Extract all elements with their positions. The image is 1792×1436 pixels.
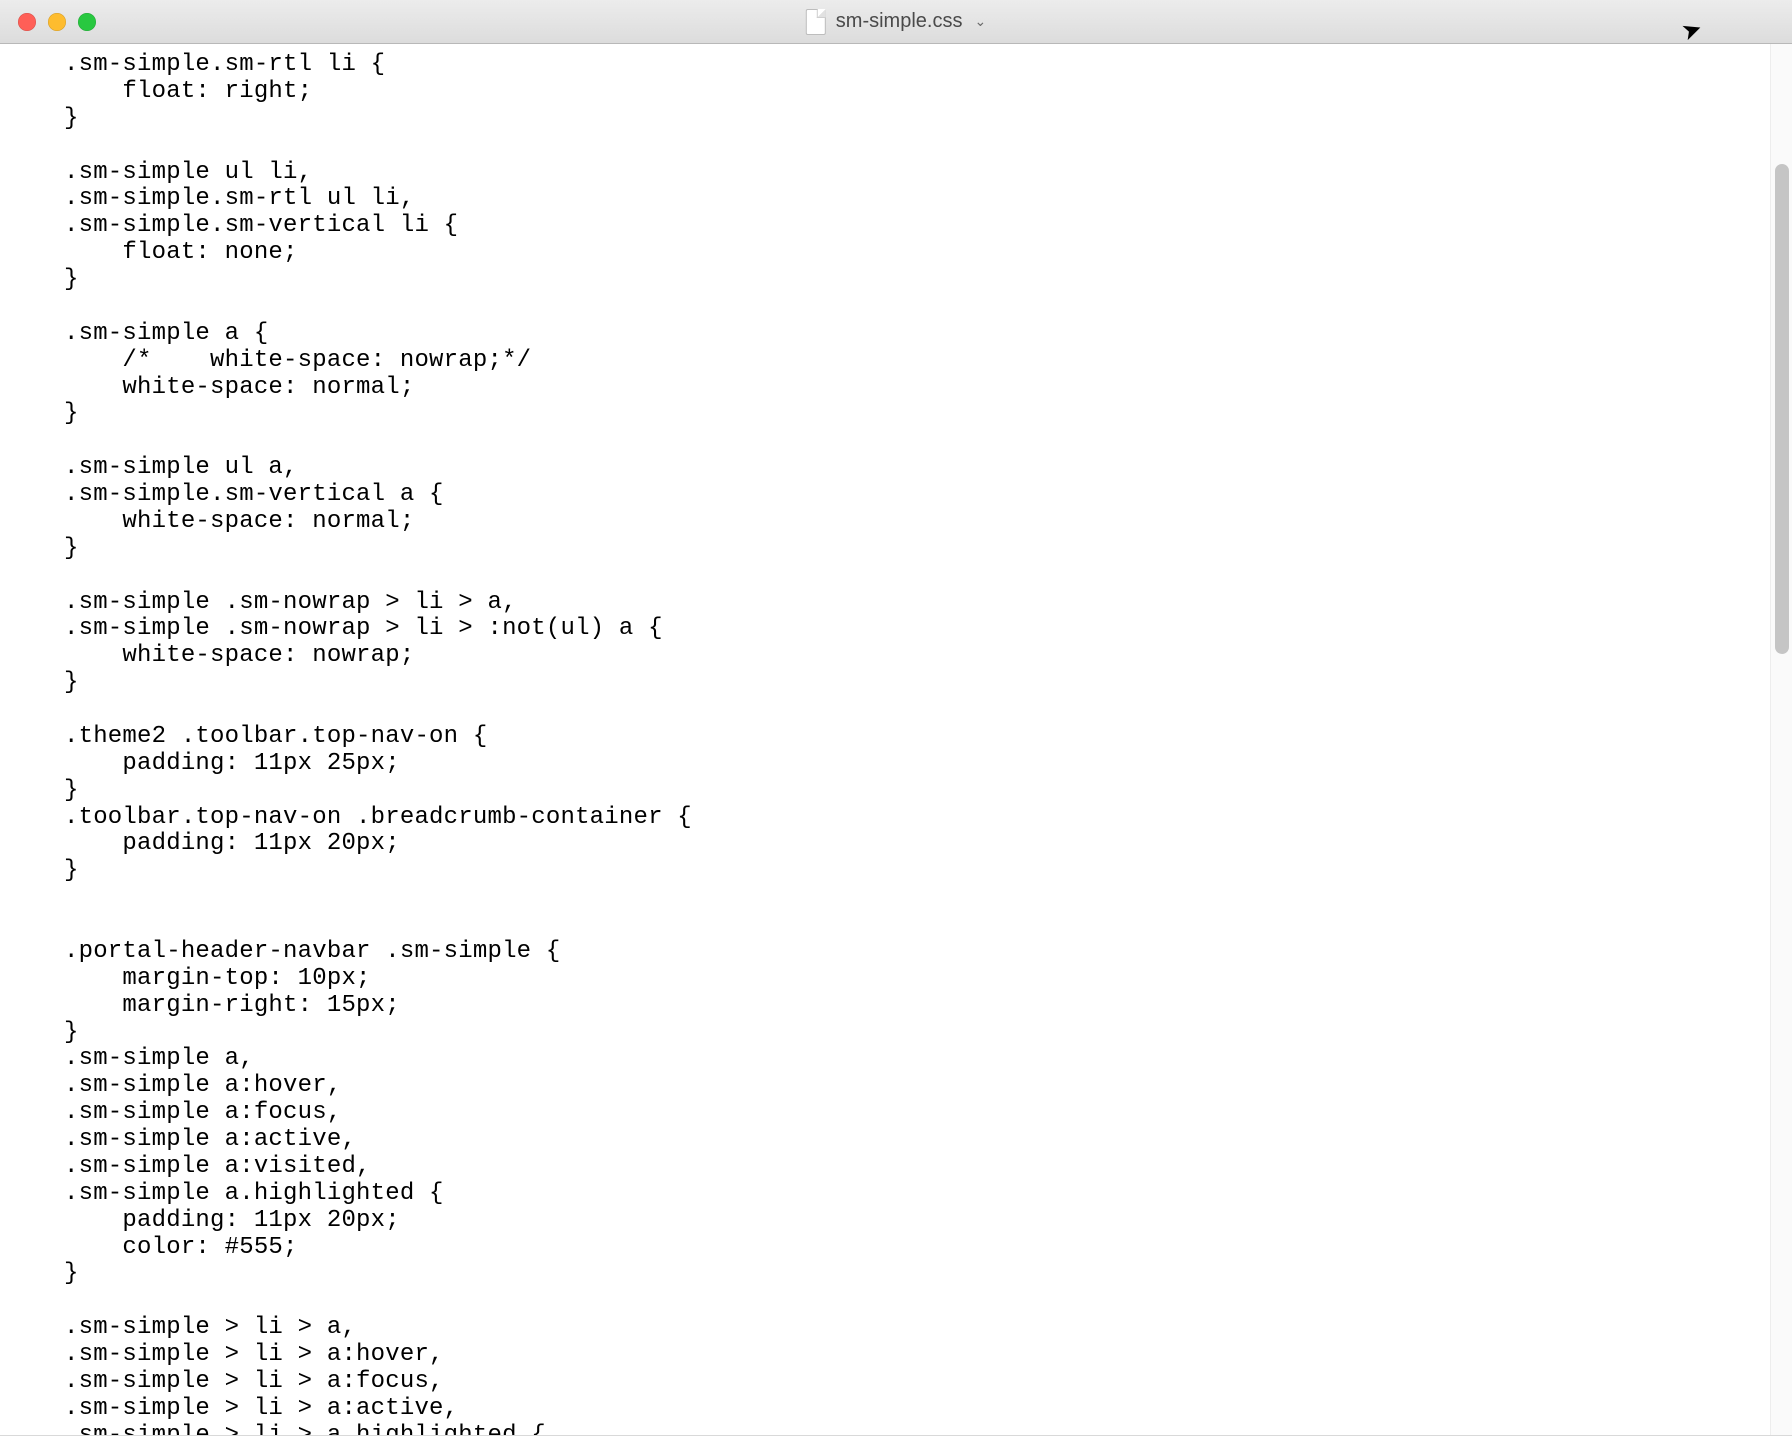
traffic-lights: [0, 13, 96, 31]
document-icon: [806, 9, 826, 35]
title-dropdown[interactable]: sm-simple.css ⌄: [806, 9, 986, 35]
titlebar[interactable]: sm-simple.css ⌄ ➤: [0, 0, 1792, 44]
window-title: sm-simple.css: [836, 10, 963, 33]
minimize-button[interactable]: [48, 13, 66, 31]
vertical-scrollbar[interactable]: [1770, 44, 1792, 1435]
cursor-arrow-icon: ➤: [1678, 13, 1707, 47]
code-editor[interactable]: .sm-simple.sm-rtl li { float: right; } .…: [0, 44, 1770, 1435]
zoom-button[interactable]: [78, 13, 96, 31]
scrollbar-thumb[interactable]: [1775, 164, 1789, 654]
close-button[interactable]: [18, 13, 36, 31]
chevron-down-icon: ⌄: [974, 13, 986, 30]
content-area: .sm-simple.sm-rtl li { float: right; } .…: [0, 44, 1792, 1435]
editor-window: sm-simple.css ⌄ ➤ .sm-simple.sm-rtl li {…: [0, 0, 1792, 1436]
